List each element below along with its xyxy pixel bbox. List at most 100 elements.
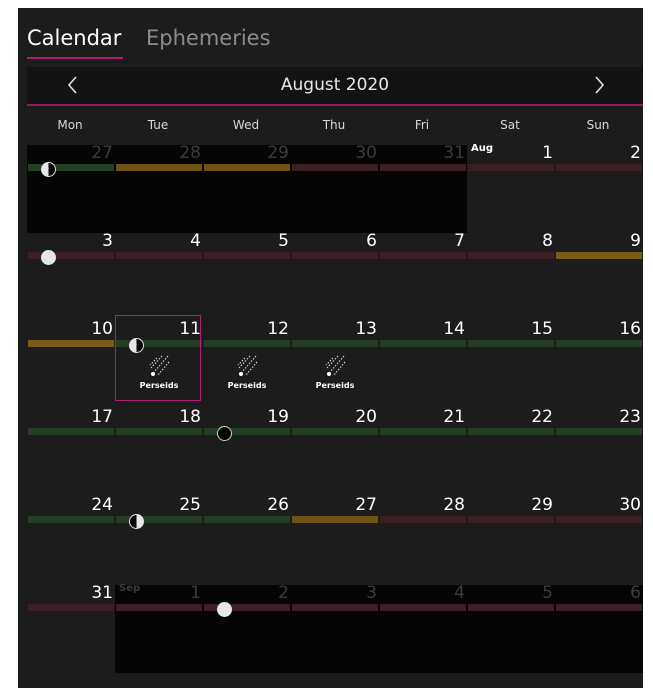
day-cell[interactable]: 30 xyxy=(555,495,643,585)
day-number: 9 xyxy=(630,231,641,251)
day-number: 22 xyxy=(531,407,553,427)
day-number: 27 xyxy=(91,143,113,163)
day-number: 5 xyxy=(542,583,553,603)
visibility-bar xyxy=(468,428,554,435)
moon-phase-last-icon xyxy=(41,162,56,177)
day-cell[interactable]: 25 xyxy=(115,495,203,585)
day-cell[interactable]: 31 xyxy=(27,583,115,673)
app-window: Calendar Ephemeries August 2020 Mon Tue … xyxy=(18,8,643,688)
day-cell[interactable]: 5 xyxy=(467,583,555,673)
day-cell[interactable]: 8 xyxy=(467,231,555,321)
day-cell[interactable]: Aug 1 xyxy=(467,143,555,233)
visibility-bar xyxy=(292,516,378,523)
visibility-bar xyxy=(380,164,466,171)
visibility-bar xyxy=(380,516,466,523)
day-number: 20 xyxy=(355,407,377,427)
day-number: 28 xyxy=(443,495,465,515)
day-cell[interactable]: 29 xyxy=(467,495,555,585)
visibility-bar xyxy=(116,252,202,259)
day-cell[interactable]: Sep 1 xyxy=(115,583,203,673)
day-cell[interactable]: 20 xyxy=(291,407,379,497)
day-cell[interactable]: 15 xyxy=(467,319,555,409)
day-number: 14 xyxy=(443,319,465,339)
day-cell[interactable]: 27 xyxy=(291,495,379,585)
day-cell[interactable]: 5 xyxy=(203,231,291,321)
day-cell[interactable]: 18 xyxy=(115,407,203,497)
day-cell[interactable]: 28 xyxy=(115,143,203,233)
day-cell[interactable]: 4 xyxy=(115,231,203,321)
tab-bar: Calendar Ephemeries xyxy=(18,8,643,60)
calendar-grid: 6 5 4 3 2 Sep 1 31 30 29 28 27 26 25 24 23 22 21 20 19 18 17 1… xyxy=(27,143,643,685)
day-number: 31 xyxy=(443,143,465,163)
day-cell[interactable]: 6 xyxy=(291,231,379,321)
visibility-bar xyxy=(116,164,202,171)
meteor-shower-event[interactable]: Perseids xyxy=(217,355,277,390)
day-cell[interactable]: 11 Perseids xyxy=(115,319,203,409)
day-number: 6 xyxy=(366,231,377,251)
visibility-bar xyxy=(380,428,466,435)
day-cell[interactable]: 3 xyxy=(291,583,379,673)
day-number: 2 xyxy=(278,583,289,603)
day-cell[interactable]: 4 xyxy=(379,583,467,673)
day-cell[interactable]: 23 xyxy=(555,407,643,497)
visibility-bar xyxy=(556,516,642,523)
day-number: 6 xyxy=(630,583,641,603)
day-number: 12 xyxy=(267,319,289,339)
day-cell[interactable]: 22 xyxy=(467,407,555,497)
active-tab-indicator xyxy=(27,57,123,59)
visibility-bar xyxy=(28,516,114,523)
day-cell[interactable]: 29 xyxy=(203,143,291,233)
day-cell[interactable]: 27 xyxy=(27,143,115,233)
visibility-bar xyxy=(204,340,290,347)
day-cell[interactable]: 3 xyxy=(27,231,115,321)
day-cell[interactable]: 31 xyxy=(379,143,467,233)
day-cell[interactable]: 2 xyxy=(203,583,291,673)
visibility-bar xyxy=(380,340,466,347)
day-cell[interactable]: 9 xyxy=(555,231,643,321)
day-number: 13 xyxy=(355,319,377,339)
visibility-bar xyxy=(204,516,290,523)
weekday-label: Wed xyxy=(232,118,260,132)
meteor-shower-event[interactable]: Perseids xyxy=(305,355,365,390)
day-cell[interactable]: 21 xyxy=(379,407,467,497)
visibility-bar xyxy=(204,164,290,171)
day-cell[interactable]: 13 Perseids xyxy=(291,319,379,409)
day-number: 10 xyxy=(91,319,113,339)
day-number: 4 xyxy=(454,583,465,603)
day-number: 15 xyxy=(531,319,553,339)
moon-phase-first-icon xyxy=(129,514,144,529)
day-cell[interactable]: 6 xyxy=(555,583,643,673)
weekday-header: Mon Tue Wed Thu Fri Sat Sun xyxy=(27,118,643,138)
tab-calendar[interactable]: Calendar xyxy=(27,26,121,50)
visibility-bar xyxy=(28,428,114,435)
day-cell[interactable]: 30 xyxy=(291,143,379,233)
day-cell[interactable]: 17 xyxy=(27,407,115,497)
day-number: 11 xyxy=(179,319,201,339)
visibility-bar xyxy=(380,604,466,611)
day-cell[interactable]: 14 xyxy=(379,319,467,409)
month-label: Aug xyxy=(471,143,494,154)
day-cell[interactable]: 10 xyxy=(27,319,115,409)
tab-ephemeries[interactable]: Ephemeries xyxy=(146,26,271,50)
day-number: 1 xyxy=(190,583,201,603)
day-cell[interactable]: 19 xyxy=(203,407,291,497)
moon-phase-full-icon xyxy=(41,250,56,265)
visibility-bar xyxy=(292,340,378,347)
day-number: 24 xyxy=(91,495,113,515)
meteor-shower-event[interactable]: Perseids xyxy=(129,355,189,390)
day-number: 27 xyxy=(355,495,377,515)
visibility-bar xyxy=(556,604,642,611)
day-cell[interactable]: 7 xyxy=(379,231,467,321)
day-cell[interactable]: 12 Perseids xyxy=(203,319,291,409)
weekday-label: Sun xyxy=(586,118,610,132)
moon-phase-full-icon xyxy=(217,602,232,617)
day-number: 3 xyxy=(102,231,113,251)
day-cell[interactable]: 26 xyxy=(203,495,291,585)
chevron-right-icon[interactable] xyxy=(585,71,613,99)
visibility-bar xyxy=(28,340,114,347)
day-cell[interactable]: 24 xyxy=(27,495,115,585)
day-cell[interactable]: 2 xyxy=(555,143,643,233)
visibility-bar xyxy=(556,252,642,259)
day-cell[interactable]: 16 xyxy=(555,319,643,409)
day-cell[interactable]: 28 xyxy=(379,495,467,585)
